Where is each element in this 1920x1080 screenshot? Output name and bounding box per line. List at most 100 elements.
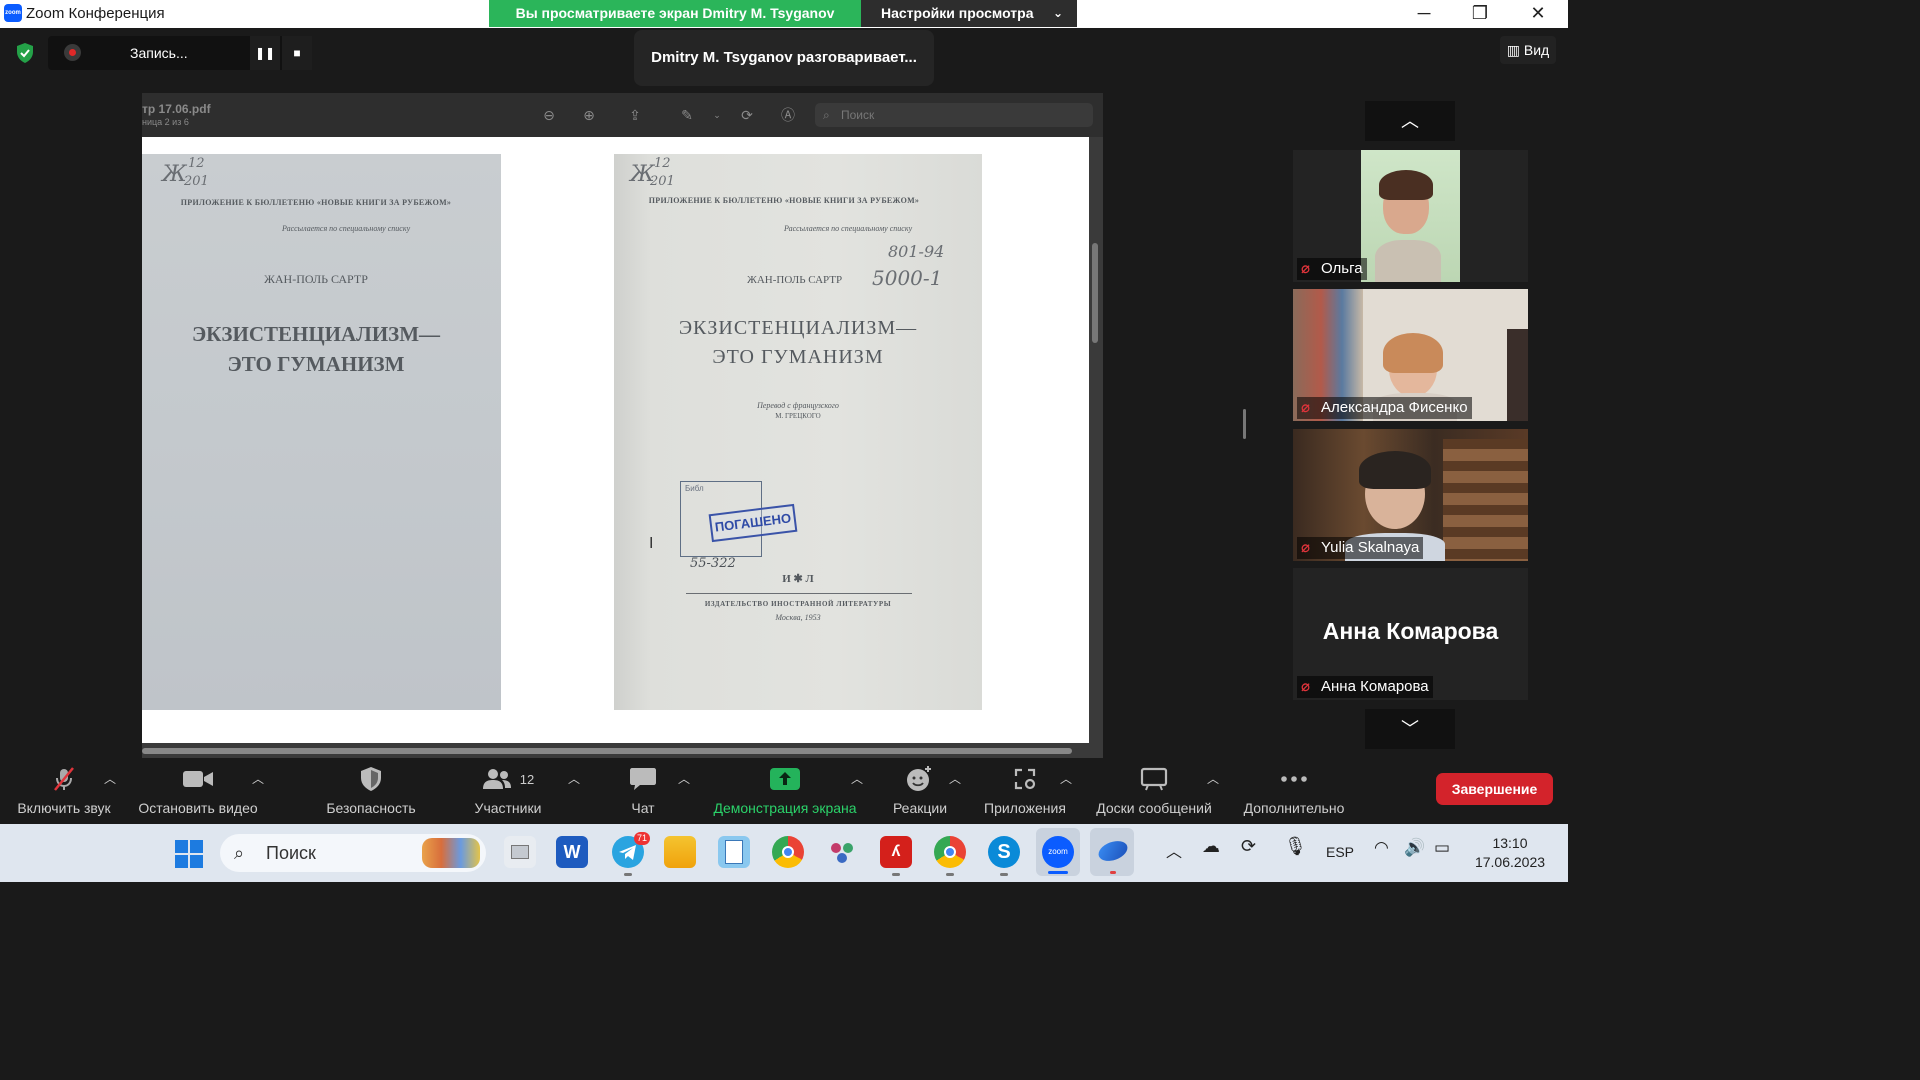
gallery-scroll-up-button[interactable]: ︿ <box>1365 101 1455 141</box>
taskbar-search-box[interactable]: ⌕ Поиск <box>220 834 486 872</box>
handwritten-mark: Ж <box>162 162 187 187</box>
share-icon[interactable]: ⇪ <box>625 105 645 125</box>
view-settings-button[interactable]: Настройки просмотра ⌄ <box>861 0 1077 27</box>
participant-tile[interactable]: ⌀ Ольга <box>1293 150 1528 282</box>
zoom-app-icon: zoom <box>4 4 22 22</box>
mic-muted-icon: ⌀ <box>1301 399 1311 416</box>
minimize-icon[interactable]: ─ <box>1396 0 1452 28</box>
pause-recording-button[interactable]: ❚❚ <box>250 36 280 70</box>
telegram-app-icon[interactable]: 71 <box>612 832 650 876</box>
reactions-button[interactable]: Реакции <box>884 760 956 824</box>
share-screen-button[interactable]: Демонстрация экрана <box>704 760 866 824</box>
close-icon[interactable]: ✕ <box>1510 0 1566 28</box>
acrobat-app-icon[interactable]: ʎ <box>880 836 912 876</box>
panel-resize-handle[interactable] <box>1243 409 1246 439</box>
chat-options-caret[interactable]: ︿ <box>678 770 690 787</box>
battery-icon[interactable]: ▭ <box>1434 838 1450 858</box>
sync-icon[interactable]: ⟳ <box>1241 836 1256 857</box>
whiteboard-icon <box>1086 766 1222 792</box>
windows-start-icon[interactable] <box>174 839 204 869</box>
video-camera-icon <box>130 766 266 792</box>
security-button[interactable]: Безопасность <box>318 760 424 824</box>
wifi-icon[interactable]: ◠ <box>1374 838 1389 858</box>
zoom-workplace-taskbar-button[interactable] <box>1090 828 1134 876</box>
tray-overflow-icon[interactable]: ︿ <box>1166 838 1182 862</box>
participant-tile[interactable]: ⌀ Александра Фисенко <box>1293 289 1528 421</box>
active-speaker-notice: Dmitry M. Tsyganov разговаривает... <box>634 30 934 86</box>
restore-icon[interactable]: ❐ <box>1452 0 1508 28</box>
participants-button[interactable]: 12 Участники <box>462 760 554 824</box>
chat-bubble-icon <box>612 766 674 792</box>
participant-tile[interactable]: Анна Комарова ⌀ Анна Комарова <box>1293 568 1528 700</box>
zoom-out-icon[interactable]: ⊖ <box>539 105 559 125</box>
pdf-page-right: Ж 12 201 ПРИЛОЖЕНИЕ К БЮЛЛЕТЕНЮ «НОВЫЕ К… <box>614 154 982 710</box>
microphone-icon[interactable]: 🎙 <box>1284 836 1307 857</box>
cloud-app-icon <box>1095 837 1131 865</box>
participants-options-caret[interactable]: ︿ <box>568 770 580 787</box>
whiteboards-button[interactable]: Доски сообщений <box>1086 760 1222 824</box>
stop-video-button[interactable]: Остановить видео <box>130 760 266 824</box>
zoom-app-taskbar-button[interactable]: zoom <box>1036 828 1080 876</box>
annotate-icon[interactable]: Ⓐ <box>778 105 798 125</box>
recording-panel: Запись... ❚❚ ■ <box>48 36 312 70</box>
davinci-app-icon[interactable] <box>826 836 858 868</box>
audio-options-caret[interactable]: ︿ <box>104 770 116 787</box>
skype-app-icon[interactable]: S <box>988 836 1020 876</box>
chat-button[interactable]: Чат <box>612 760 674 824</box>
supplement-line: ПРИЛОЖЕНИЕ К БЮЛЛЕТЕНЮ «НОВЫЕ КНИГИ ЗА Р… <box>180 198 452 207</box>
chrome-app-icon-2[interactable] <box>934 836 966 876</box>
pdf-viewer-toolbar: тр 17.06.pdf ница 2 из 6 ⊖ ⊕ ⇪ ✎ ⌄ ⟳ Ⓐ ⌕… <box>142 93 1103 137</box>
city-year: Москва, 1953 <box>775 613 821 622</box>
publisher-name: ИЗДАТЕЛЬСТВО ИНОСТРАННОЙ ЛИТЕРАТУРЫ <box>704 600 892 608</box>
translation-line2: М. ГРЕЦКОГО <box>775 412 821 420</box>
input-language[interactable]: ESP <box>1326 844 1354 860</box>
participants-count: 12 <box>519 771 535 787</box>
shared-screen[interactable]: тр 17.06.pdf ница 2 из 6 ⊖ ⊕ ⇪ ✎ ⌄ ⟳ Ⓐ ⌕… <box>142 93 1103 758</box>
task-view-icon[interactable] <box>504 836 536 868</box>
running-indicator <box>624 873 632 876</box>
running-indicator <box>892 873 900 876</box>
grid-view-icon: ▥ <box>1506 42 1520 58</box>
stop-recording-button[interactable]: ■ <box>282 36 312 70</box>
rotate-icon[interactable]: ⟳ <box>737 105 757 125</box>
share-screen-icon <box>704 766 866 792</box>
taskbar-clock[interactable]: 13:10 17.06.2023 <box>1470 834 1550 872</box>
whiteboards-options-caret[interactable]: ︿ <box>1207 770 1219 787</box>
window-title: Zoom Конференция <box>26 5 165 22</box>
gallery-scroll-down-button[interactable]: ﹀ <box>1365 709 1455 749</box>
taskbar-search-label: Поиск <box>266 843 316 863</box>
zoom-in-icon[interactable]: ⊕ <box>579 105 599 125</box>
telegram-unread-badge: 71 <box>633 832 650 845</box>
reactions-options-caret[interactable]: ︿ <box>949 770 961 787</box>
chrome-app-icon[interactable] <box>772 836 804 868</box>
handwritten-code-1: 801-94 <box>888 242 945 261</box>
word-app-icon[interactable]: W <box>556 836 588 868</box>
vertical-scrollbar[interactable] <box>1092 243 1098 343</box>
onedrive-cloud-icon[interactable]: ☁ <box>1202 836 1220 857</box>
search-highlight-icon <box>422 838 480 868</box>
participant-tile[interactable]: ⌀ Yulia Skalnaya <box>1293 429 1528 561</box>
chevron-down-icon: ⌄ <box>1052 6 1063 20</box>
end-meeting-button[interactable]: Завершение <box>1436 773 1553 805</box>
pdf-search-placeholder: Поиск <box>841 108 875 122</box>
encryption-shield-icon[interactable] <box>14 42 36 64</box>
pdf-document-area[interactable]: Ж 12 201 ПРИЛОЖЕНИЕ К БЮЛЛЕТЕНЮ «НОВЫЕ К… <box>142 137 1089 743</box>
file-explorer-icon[interactable] <box>664 836 696 868</box>
recording-label: Запись... <box>130 45 188 61</box>
more-button[interactable]: Дополнительно <box>1236 760 1352 824</box>
author-name: ЖАН-ПОЛЬ САРТР <box>264 272 368 286</box>
horizontal-scrollbar[interactable] <box>142 748 1072 754</box>
meeting-controls: Включить звук ︿ Остановить видео ︿ Безоп… <box>0 760 1568 824</box>
view-button[interactable]: ▥ Вид <box>1500 36 1556 64</box>
participant-name: ⌀ Ольга <box>1297 258 1367 280</box>
notepad-app-icon[interactable] <box>718 836 750 868</box>
apps-options-caret[interactable]: ︿ <box>1060 770 1072 787</box>
volume-icon[interactable]: 🔊 <box>1404 838 1425 858</box>
markup-dropdown-icon[interactable]: ⌄ <box>707 105 727 125</box>
markup-pen-icon[interactable]: ✎ <box>677 105 697 125</box>
pdf-search-input[interactable]: ⌕ Поиск <box>815 103 1093 127</box>
handwritten-code-2: 5000-1 <box>872 266 943 290</box>
video-options-caret[interactable]: ︿ <box>252 770 264 787</box>
mic-muted-icon: ⌀ <box>1301 539 1311 556</box>
share-options-caret[interactable]: ︿ <box>851 770 863 787</box>
